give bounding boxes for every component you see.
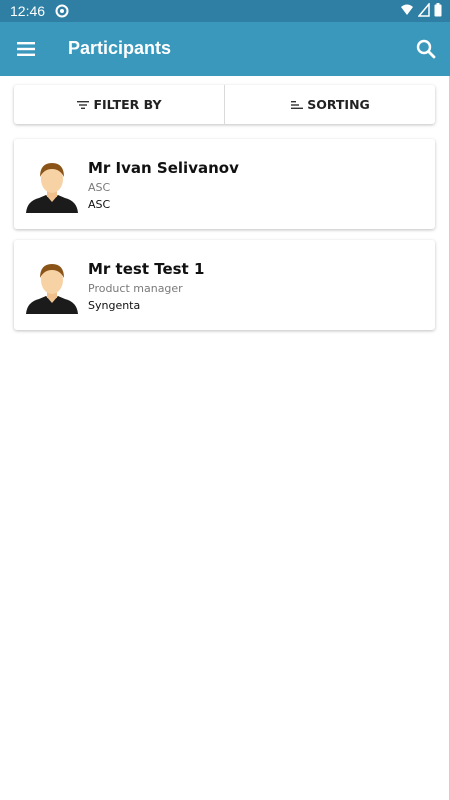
sort-icon — [291, 100, 304, 109]
signal-icon — [418, 3, 430, 17]
participant-role: Product manager — [88, 282, 183, 295]
participant-company: Syngenta — [88, 299, 141, 312]
filter-by-button[interactable]: FILTER BY — [14, 85, 224, 124]
filter-by-label: FILTER BY — [93, 97, 162, 112]
app-bar: Participants — [0, 22, 450, 76]
filter-sort-bar: FILTER BY SORTING — [14, 85, 435, 124]
participant-role: ASC — [88, 181, 111, 194]
search-icon[interactable] — [414, 37, 438, 61]
sorting-label: SORTING — [307, 97, 370, 112]
page-title: Participants — [68, 38, 172, 58]
sorting-button[interactable]: SORTING — [224, 85, 435, 124]
participant-card[interactable]: Mr Ivan Selivanov ASC ASC — [14, 139, 435, 229]
participant-company: ASC — [88, 198, 111, 211]
status-indicators — [400, 3, 442, 17]
menu-icon[interactable] — [14, 37, 38, 61]
status-time: 12:46 — [10, 3, 46, 19]
notification-app-icon — [55, 4, 69, 18]
battery-icon — [434, 3, 442, 17]
status-bar: 12:46 — [0, 0, 450, 22]
person-avatar-icon — [26, 264, 78, 314]
participant-name: Mr Ivan Selivanov — [88, 159, 239, 177]
participant-name: Mr test Test 1 — [88, 260, 205, 278]
wifi-icon — [401, 4, 413, 15]
filter-icon — [77, 100, 90, 109]
person-avatar-icon — [26, 163, 78, 213]
participant-card[interactable]: Mr test Test 1 Product manager Syngenta — [14, 240, 435, 330]
